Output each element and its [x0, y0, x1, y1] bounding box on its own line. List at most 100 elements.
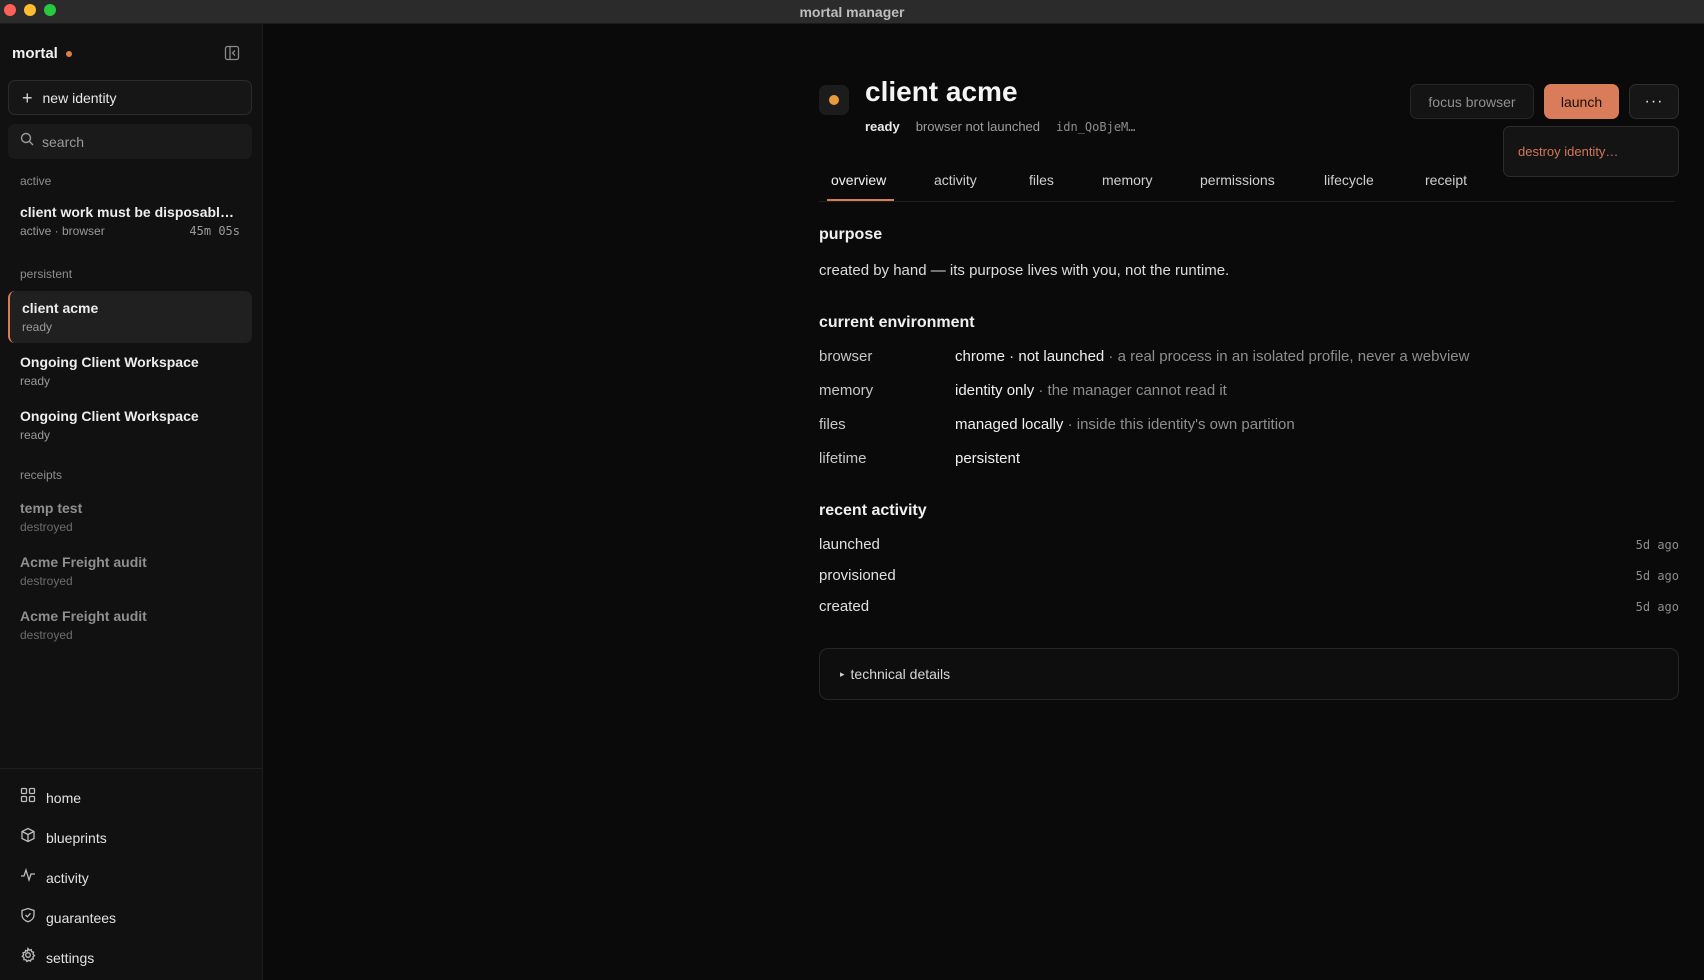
section-label-active: active — [20, 174, 52, 188]
tab-activity[interactable]: activity — [934, 172, 977, 188]
activity-label: created — [819, 598, 870, 615]
sidebar: mortal + new identity active client work… — [0, 24, 263, 980]
identity-status-text: ready — [20, 374, 51, 388]
identity-item-ongoing-workspace[interactable]: Ongoing Client Workspace ready — [8, 399, 252, 451]
identity-status: ready — [22, 320, 240, 334]
technical-details-label: technical details — [850, 666, 951, 682]
nav-home[interactable]: home — [20, 787, 81, 808]
activity-row: provisioned 5d ago — [819, 567, 1679, 587]
shield-check-icon — [20, 907, 36, 928]
tab-overview[interactable]: overview — [831, 172, 886, 188]
purpose-text: created by hand — its purpose lives with… — [819, 262, 1230, 279]
identity-item-ongoing-workspace[interactable]: Ongoing Client Workspace ready — [8, 345, 252, 397]
activity-row: created 5d ago — [819, 598, 1679, 618]
identity-name: client acme — [22, 300, 99, 316]
sidebar-divider — [0, 768, 263, 769]
activity-row: launched 5d ago — [819, 536, 1679, 556]
close-window-button[interactable] — [4, 4, 16, 16]
identity-status-text: ready — [20, 428, 51, 442]
window-titlebar: mortal manager — [0, 0, 1704, 24]
receipt-item[interactable]: Acme Freight audit destroyed — [8, 599, 252, 651]
tab-receipt[interactable]: receipt — [1425, 172, 1467, 188]
nav-activity-label: activity — [46, 869, 89, 886]
environment-heading: current environment — [819, 314, 975, 331]
receipt-status-text: destroyed — [20, 520, 73, 534]
identity-name: Ongoing Client Workspace — [20, 408, 199, 424]
collapse-sidebar-icon[interactable] — [224, 45, 242, 63]
identity-status-indicator — [819, 85, 849, 115]
identity-status: ready — [20, 428, 240, 442]
receipt-status-text: destroyed — [20, 574, 73, 588]
pulse-icon — [20, 867, 36, 888]
receipt-name: Acme Freight audit — [20, 608, 147, 624]
brand-status-dot — [65, 50, 72, 57]
identity-status: ready — [20, 374, 240, 388]
identity-status-text: ready — [865, 119, 900, 134]
receipt-status-text: destroyed — [20, 628, 73, 642]
env-value-note: · the manager cannot read it — [1034, 382, 1227, 399]
tab-memory[interactable]: memory — [1102, 172, 1153, 188]
search-icon — [20, 132, 34, 151]
nav-guarantees[interactable]: guarantees — [20, 907, 116, 928]
purpose-heading: purpose — [819, 226, 883, 243]
identity-item-active[interactable]: client work must be disposable ... activ… — [8, 195, 252, 247]
receipt-status: destroyed — [20, 520, 240, 534]
tab-lifecycle[interactable]: lifecycle — [1324, 172, 1374, 188]
focus-browser-button[interactable]: focus browser — [1410, 84, 1534, 119]
gear-icon — [20, 946, 36, 968]
env-key: lifetime — [819, 450, 867, 467]
identity-tabs: overview activity files memory permissio… — [819, 166, 1675, 202]
receipt-status: destroyed — [20, 628, 240, 642]
plus-icon: + — [22, 87, 33, 108]
nav-blueprints-label: blueprints — [46, 829, 107, 846]
env-value: identity only · the manager cannot read … — [955, 382, 1227, 399]
window-title: mortal manager — [799, 3, 905, 20]
technical-details-disclosure[interactable]: ▸ technical details — [819, 648, 1679, 700]
activity-time: 5d ago — [1635, 600, 1679, 614]
browser-state-text: browser not launched — [915, 119, 1041, 134]
active-tab-indicator — [827, 199, 894, 201]
disclosure-triangle-icon: ▸ — [840, 668, 845, 679]
new-identity-button[interactable]: + new identity — [8, 80, 252, 115]
env-value-main: persistent — [955, 450, 1021, 467]
env-value-main: chrome · not launched — [955, 348, 1105, 365]
launch-button[interactable]: launch — [1544, 84, 1619, 119]
identity-status: active · browser — [20, 224, 105, 238]
env-value-main: managed locally — [955, 416, 1064, 433]
main-panel: client acme ready browser not launched i… — [264, 24, 1704, 980]
nav-activity[interactable]: activity — [20, 867, 89, 888]
env-value: persistent — [955, 450, 1020, 467]
activity-time: 5d ago — [1635, 538, 1679, 552]
identity-name: client work must be disposable ... — [20, 204, 240, 220]
activity-label: provisioned — [819, 567, 896, 584]
window-controls — [4, 4, 56, 16]
more-actions-button[interactable]: ··· — [1629, 84, 1679, 119]
section-label-receipts: receipts — [20, 468, 63, 482]
receipt-name: temp test — [20, 500, 83, 516]
identity-sub: active · browser 45m 05s — [20, 224, 240, 238]
nav-settings[interactable]: settings — [20, 946, 94, 968]
tab-files[interactable]: files — [1029, 172, 1054, 188]
env-value-note: · inside this identity's own partition — [1063, 416, 1295, 433]
env-value-main: identity only — [955, 382, 1035, 399]
search-input[interactable] — [42, 133, 232, 150]
page-title: client acme — [865, 76, 1018, 107]
identity-meta: ready browser not launched idn_QoBjeM… — [865, 119, 1136, 134]
brand-name: mortal — [12, 45, 58, 62]
recent-activity-heading: recent activity — [819, 502, 927, 519]
identity-name: Ongoing Client Workspace — [20, 354, 199, 370]
nav-blueprints[interactable]: blueprints — [20, 827, 107, 848]
identity-item-client-acme[interactable]: client acme ready — [8, 291, 252, 343]
nav-guarantees-label: guarantees — [46, 909, 117, 926]
maximize-window-button[interactable] — [44, 4, 56, 16]
tab-permissions[interactable]: permissions — [1200, 172, 1275, 188]
new-identity-label: new identity — [42, 89, 117, 106]
identity-id[interactable]: idn_QoBjeM… — [1056, 120, 1135, 134]
receipt-item[interactable]: temp test destroyed — [8, 491, 252, 543]
activity-time: 5d ago — [1635, 569, 1679, 583]
minimize-window-button[interactable] — [24, 4, 36, 16]
nav-home-label: home — [46, 789, 82, 806]
env-value: chrome · not launched · a real process i… — [955, 348, 1469, 365]
destroy-identity-menu-item[interactable]: destroy identity… — [1518, 144, 1618, 159]
receipt-item[interactable]: Acme Freight audit destroyed — [8, 545, 252, 597]
